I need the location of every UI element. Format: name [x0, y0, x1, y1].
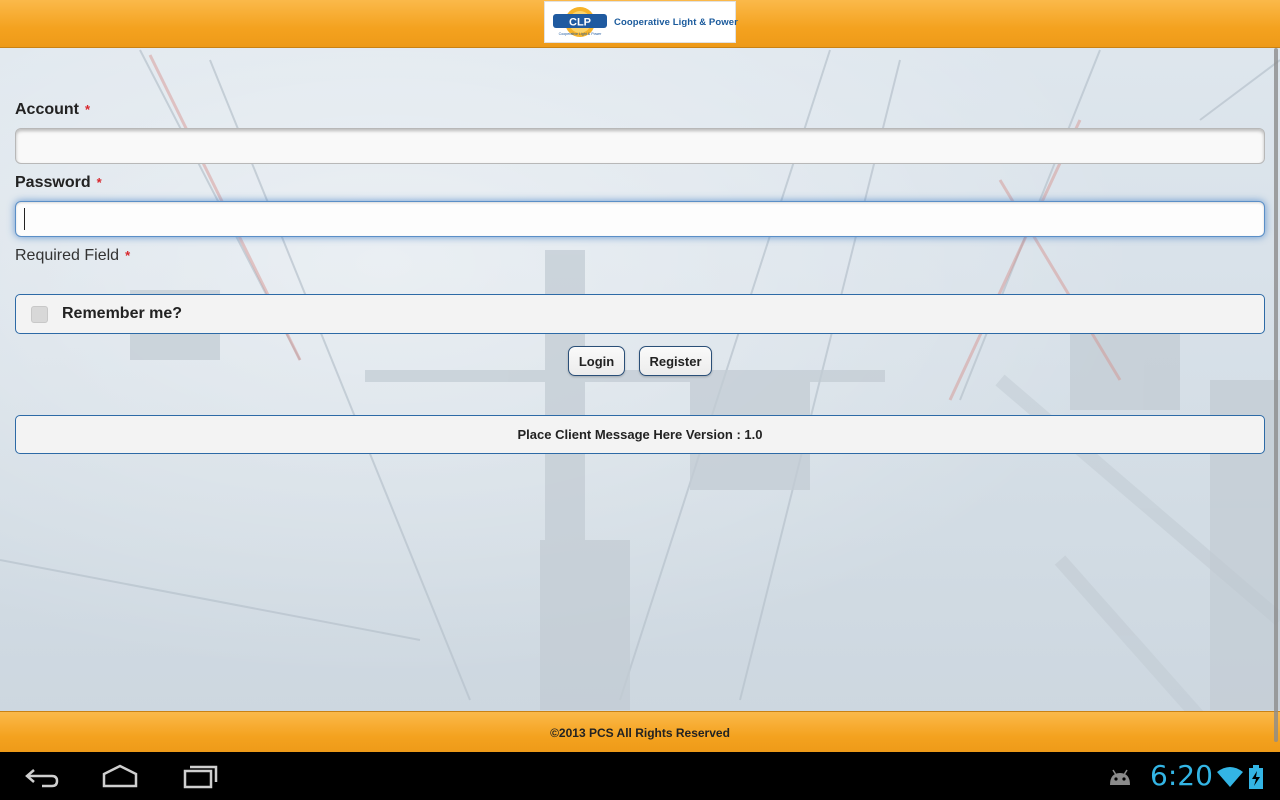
battery-charging-icon: [1249, 765, 1263, 789]
background-photo: [0, 0, 1280, 752]
recent-apps-icon[interactable]: [182, 762, 220, 790]
logo-tagline: Cooperative Light & Power: [559, 32, 603, 36]
remember-me-toggle[interactable]: Remember me?: [15, 294, 1265, 334]
remember-me-label: Remember me?: [62, 305, 183, 322]
register-button[interactable]: Register: [639, 346, 712, 376]
password-label: Password *: [15, 174, 102, 192]
account-label-text: Account: [15, 101, 79, 118]
back-icon[interactable]: [22, 762, 60, 790]
password-input[interactable]: [15, 201, 1265, 237]
account-input[interactable]: [15, 128, 1265, 164]
remember-me-checkbox[interactable]: [31, 306, 48, 323]
account-label: Account *: [15, 101, 90, 119]
client-message-box: Place Client Message Here Version : 1.0: [15, 415, 1265, 454]
logo-mark-text: CLP: [569, 17, 591, 29]
required-marker: *: [125, 248, 131, 263]
app-screen: CLP Cooperative Light & Power Cooperativ…: [0, 0, 1280, 752]
clp-logo-icon: CLP Cooperative Light & Power: [553, 7, 607, 37]
text-caret: [24, 208, 25, 230]
android-debug-icon: [1110, 769, 1130, 785]
required-marker: *: [96, 175, 102, 190]
required-note-text: Required Field: [15, 247, 120, 264]
wifi-icon: [1217, 767, 1243, 787]
power-lines-illustration: [0, 49, 1280, 752]
password-label-text: Password: [15, 174, 91, 191]
app-footer: ©2013 PCS All Rights Reserved: [0, 711, 1280, 752]
required-marker: *: [85, 102, 91, 117]
company-logo: CLP Cooperative Light & Power Cooperativ…: [544, 1, 738, 43]
status-clock: 6:20: [1150, 759, 1213, 792]
home-icon[interactable]: [101, 762, 139, 790]
page-scrollbar[interactable]: [1274, 48, 1278, 742]
logo-company-name: Cooperative Light & Power: [614, 17, 738, 28]
copyright-text: ©2013 PCS All Rights Reserved: [550, 725, 730, 740]
app-header: CLP Cooperative Light & Power Cooperativ…: [0, 0, 1280, 48]
login-button[interactable]: Login: [568, 346, 625, 376]
required-field-note: Required Field *: [15, 247, 130, 265]
